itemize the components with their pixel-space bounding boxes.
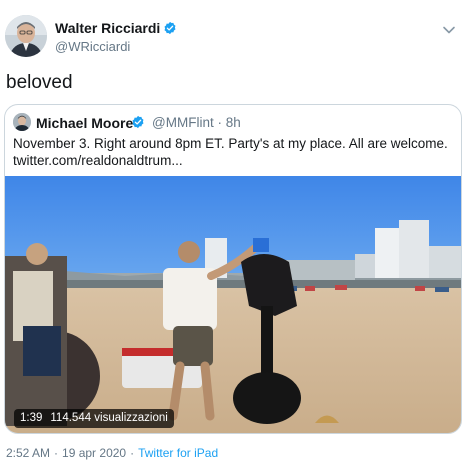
tweet-text: beloved: [6, 72, 73, 93]
quoted-author-handle[interactable]: @MMFlint · 8h: [152, 115, 241, 130]
chevron-down-icon[interactable]: [442, 23, 456, 37]
quoted-tweet-link[interactable]: twitter.com/realdonaldtrum...: [13, 152, 453, 169]
video-duration: 1:39: [20, 412, 43, 424]
video-player[interactable]: 1:39 114.544 visualizzazioni: [5, 176, 461, 433]
footer-separator: ·: [130, 446, 135, 460]
tweet-date[interactable]: 19 apr 2020: [62, 446, 126, 460]
author-avatar[interactable]: [5, 15, 47, 57]
video-meta-badge: 1:39 114.544 visualizzazioni: [14, 409, 174, 428]
verified-badge-icon: [163, 21, 177, 38]
quoted-tweet-text: November 3. Right around 8pm ET. Party's…: [13, 135, 453, 169]
author-name[interactable]: Walter Ricciardi: [55, 20, 160, 36]
video-frame: [5, 176, 461, 433]
footer-separator: ·: [54, 446, 59, 460]
quoted-tweet-card[interactable]: Michael Moore @MMFlint · 8h November 3. …: [4, 104, 462, 434]
tweet-footer: 2:52 AM · 19 apr 2020 · Twitter for iPad: [6, 446, 218, 460]
tweet-author: Walter Ricciardi @WRicciardi: [5, 13, 462, 61]
quoted-author-avatar[interactable]: [13, 113, 31, 131]
tweet: Walter Ricciardi @WRicciardi beloved Mic…: [0, 0, 467, 466]
quoted-tweet-text-line: November 3. Right around 8pm ET. Party's…: [13, 136, 448, 151]
quoted-tweet-header: Michael Moore @MMFlint · 8h: [13, 113, 453, 133]
video-views: 114.544 visualizzazioni: [50, 412, 168, 424]
tweet-source-link[interactable]: Twitter for iPad: [138, 446, 218, 460]
author-handle[interactable]: @WRicciardi: [55, 39, 130, 54]
verified-badge-icon: [131, 115, 145, 134]
tweet-time[interactable]: 2:52 AM: [6, 446, 50, 460]
author-name-row[interactable]: Walter Ricciardi: [55, 20, 177, 38]
quoted-author-name[interactable]: Michael Moore: [36, 115, 133, 131]
